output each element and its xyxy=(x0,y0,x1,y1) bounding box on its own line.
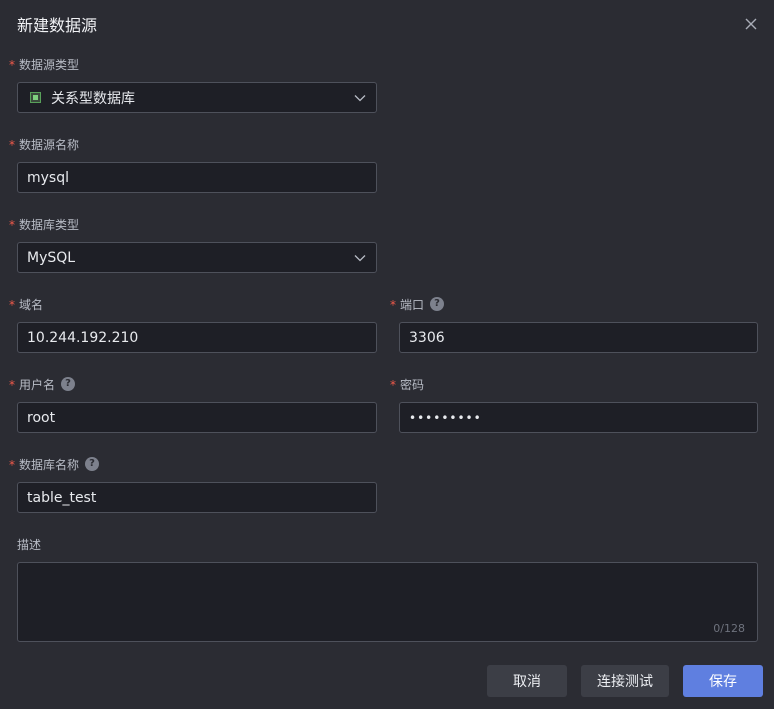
chevron-down-icon xyxy=(353,251,367,265)
character-counter: 0/128 xyxy=(713,622,745,635)
port-label-text: 端口 xyxy=(400,297,425,312)
required-mark: * xyxy=(9,378,15,392)
required-mark: * xyxy=(9,218,15,232)
datasource-name-label-text: 数据源名称 xyxy=(19,137,80,152)
save-button[interactable]: 保存 xyxy=(683,665,763,697)
description-textarea[interactable]: 0/128 xyxy=(17,562,758,642)
required-mark: * xyxy=(9,58,15,72)
host-label: * 域名 xyxy=(9,296,44,313)
username-input[interactable]: root xyxy=(17,402,377,433)
datasource-name-label: * 数据源名称 xyxy=(9,136,80,153)
database-name-label-text: 数据库名称 xyxy=(19,457,80,472)
datasource-type-select[interactable]: 关系型数据库 xyxy=(17,82,377,113)
datasource-type-value: 关系型数据库 xyxy=(51,90,135,107)
datasource-type-label-text: 数据源类型 xyxy=(19,57,80,72)
port-label: * 端口 ? xyxy=(390,296,445,312)
description-label: 描述 xyxy=(17,536,41,552)
host-value: 10.244.192.210 xyxy=(27,329,139,346)
test-connection-button[interactable]: 连接测试 xyxy=(581,665,669,697)
datasource-name-input[interactable]: mysql xyxy=(17,162,377,193)
help-icon[interactable]: ? xyxy=(430,297,445,311)
password-label-text: 密码 xyxy=(400,377,425,392)
password-value: ••••••••• xyxy=(409,410,482,425)
close-icon xyxy=(745,18,757,30)
host-label-text: 域名 xyxy=(19,297,44,312)
database-type-value: MySQL xyxy=(27,249,76,266)
password-input[interactable]: ••••••••• xyxy=(399,402,758,433)
required-mark: * xyxy=(9,298,15,312)
database-name-label: * 数据库名称 ? xyxy=(9,456,100,472)
database-icon xyxy=(30,92,41,103)
datasource-type-label: * 数据源类型 xyxy=(9,56,80,73)
required-mark: * xyxy=(9,138,15,152)
description-label-text: 描述 xyxy=(17,537,42,552)
required-mark: * xyxy=(9,458,15,472)
help-icon[interactable]: ? xyxy=(61,377,76,391)
database-type-label-text: 数据库类型 xyxy=(19,217,80,232)
port-value: 3306 xyxy=(409,329,445,346)
username-label-text: 用户名 xyxy=(19,377,56,392)
database-type-label: * 数据库类型 xyxy=(9,216,80,233)
chevron-down-icon xyxy=(353,91,367,105)
username-value: root xyxy=(27,409,56,426)
datasource-name-value: mysql xyxy=(27,169,69,186)
required-mark: * xyxy=(390,298,396,312)
password-label: * 密码 xyxy=(390,376,425,393)
new-datasource-dialog: 新建数据源 * 数据源类型 关系型数据库 * 数据源名称 mysql * 数据库… xyxy=(0,0,774,709)
host-input[interactable]: 10.244.192.210 xyxy=(17,322,377,353)
close-button[interactable] xyxy=(741,14,761,34)
required-mark: * xyxy=(390,378,396,392)
database-name-input[interactable]: table_test xyxy=(17,482,377,513)
port-input[interactable]: 3306 xyxy=(399,322,758,353)
username-label: * 用户名 ? xyxy=(9,376,76,392)
dialog-title: 新建数据源 xyxy=(17,16,98,35)
help-icon[interactable]: ? xyxy=(85,457,100,471)
database-name-value: table_test xyxy=(27,489,97,506)
database-type-select[interactable]: MySQL xyxy=(17,242,377,273)
cancel-button[interactable]: 取消 xyxy=(487,665,567,697)
